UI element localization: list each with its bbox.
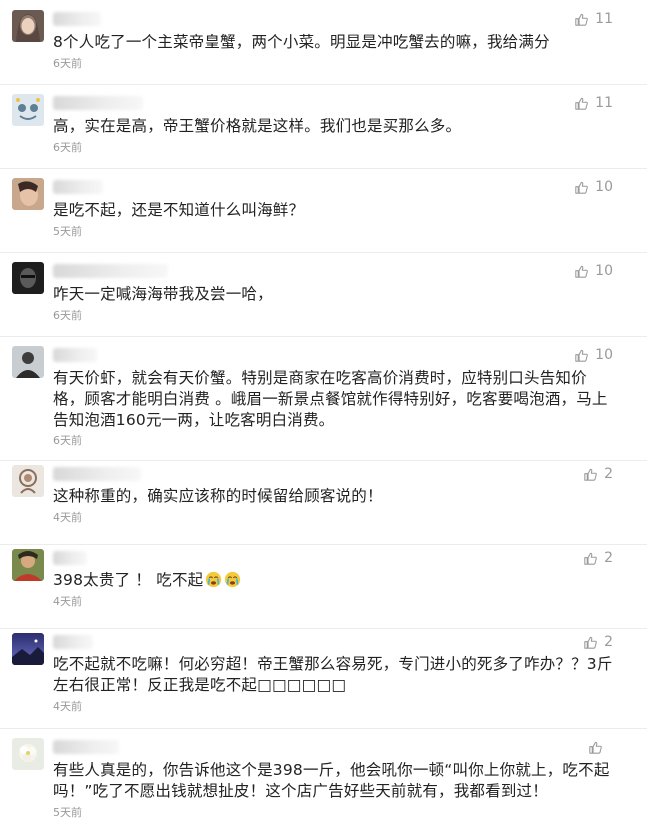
comment-time: 5天前: [53, 806, 82, 819]
comment-time: 6天前: [53, 309, 82, 322]
comment-time: 5天前: [53, 225, 82, 238]
like-button[interactable]: 10: [575, 263, 613, 279]
like-count: 11: [595, 11, 613, 27]
comment-text: 高，实在是高，帝王蟹价格就是这样。我们也是买那么多。: [53, 117, 462, 135]
like-count: 10: [595, 347, 613, 363]
crying-face-icon: [205, 571, 222, 588]
comment-time: 4天前: [53, 700, 82, 713]
comment-time: 4天前: [53, 595, 82, 608]
comment-text: 吃不起就不吃嘛！何必穷超！帝王蟹那么容易死，专门进小的死多了咋办？？3斤左右很正…: [53, 655, 613, 694]
username-blurred[interactable]: [53, 635, 93, 649]
like-button[interactable]: 11: [575, 95, 613, 111]
avatar[interactable]: [12, 549, 44, 581]
comment-item: 是吃不起，还是不知道什么叫海鲜？ 5天前 10: [0, 168, 647, 253]
username-blurred[interactable]: [53, 96, 143, 110]
comment-text: 有天价虾，就会有天价蟹。特别是商家在吃客高价消费时，应特别口头告知价格，顾客才能…: [53, 369, 608, 429]
avatar[interactable]: [12, 94, 44, 126]
username-blurred[interactable]: [53, 551, 87, 565]
like-count: 10: [595, 179, 613, 195]
avatar[interactable]: [12, 178, 44, 210]
comment-text: 这种称重的，确实应该称的时候留给顾客说的！: [53, 487, 383, 505]
crying-face-icon: [224, 571, 241, 588]
comment-text-content: 398太贵了 ！ 吃不起: [53, 571, 204, 589]
comment-time: 6天前: [53, 57, 82, 70]
username-blurred[interactable]: [53, 348, 97, 362]
like-button[interactable]: 10: [575, 179, 613, 195]
comment-item: 咋天一定喊海海带我及尝一哈， 6天前 10: [0, 252, 647, 337]
thumbs-up-icon: [584, 468, 597, 481]
comment-text: 8个人吃了一个主菜帝皇蟹，两个小菜。明显是冲吃蟹去的嘛，我给满分: [53, 33, 550, 51]
comment-item: 吃不起就不吃嘛！何必穷超！帝王蟹那么容易死，专门进小的死多了咋办？？3斤左右很正…: [0, 628, 647, 729]
comment-item: 有天价虾，就会有天价蟹。特别是商家在吃客高价消费时，应特别口头告知价格，顾客才能…: [0, 336, 647, 461]
avatar[interactable]: [12, 10, 44, 42]
thumbs-up-icon: [584, 552, 597, 565]
avatar[interactable]: [12, 262, 44, 294]
thumbs-up-icon: [575, 181, 588, 194]
like-count: 10: [595, 263, 613, 279]
comment-text: 是吃不起，还是不知道什么叫海鲜？: [53, 201, 305, 219]
comment-time: 4天前: [53, 511, 82, 524]
avatar[interactable]: [12, 346, 44, 378]
comment-text: 咋天一定喊海海带我及尝一哈，: [53, 285, 273, 303]
like-button[interactable]: 2: [584, 634, 613, 650]
like-button[interactable]: [589, 741, 609, 754]
comment-item: 有些人真是的，你告诉他这个是398一斤，他会吼你一顿“叫你上你就上，吃不起吗！”…: [0, 728, 647, 825]
thumbs-up-icon: [589, 741, 602, 754]
thumbs-up-icon: [575, 265, 588, 278]
like-button[interactable]: 10: [575, 347, 613, 363]
comment-item: 398太贵了 ！ 吃不起 4天前 2: [0, 544, 647, 629]
comment-text: 有些人真是的，你告诉他这个是398一斤，他会吼你一顿“叫你上你就上，吃不起吗！”…: [53, 761, 610, 800]
avatar[interactable]: [12, 633, 44, 665]
like-count: 2: [604, 634, 613, 650]
comment-time: 6天前: [53, 141, 82, 154]
comment-item: 8个人吃了一个主菜帝皇蟹，两个小菜。明显是冲吃蟹去的嘛，我给满分 6天前 11: [0, 0, 647, 85]
comment-text: 398太贵了 ！ 吃不起: [53, 570, 618, 591]
thumbs-up-icon: [575, 97, 588, 110]
username-blurred[interactable]: [53, 264, 168, 278]
like-count: 2: [604, 550, 613, 566]
like-button[interactable]: 2: [584, 466, 613, 482]
like-button[interactable]: 11: [575, 11, 613, 27]
username-blurred[interactable]: [53, 180, 103, 194]
comment-item: 这种称重的，确实应该称的时候留给顾客说的！ 4天前 2: [0, 460, 647, 545]
avatar[interactable]: [12, 738, 44, 770]
like-button[interactable]: 2: [584, 550, 613, 566]
thumbs-up-icon: [575, 349, 588, 362]
comment-time: 6天前: [53, 434, 82, 447]
thumbs-up-icon: [584, 636, 597, 649]
like-count: 11: [595, 95, 613, 111]
username-blurred[interactable]: [53, 467, 141, 481]
like-count: 2: [604, 466, 613, 482]
username-blurred[interactable]: [53, 740, 119, 754]
thumbs-up-icon: [575, 13, 588, 26]
username-blurred[interactable]: [53, 12, 101, 26]
avatar[interactable]: [12, 465, 44, 497]
comment-item: 高，实在是高，帝王蟹价格就是这样。我们也是买那么多。 6天前 11: [0, 84, 647, 169]
